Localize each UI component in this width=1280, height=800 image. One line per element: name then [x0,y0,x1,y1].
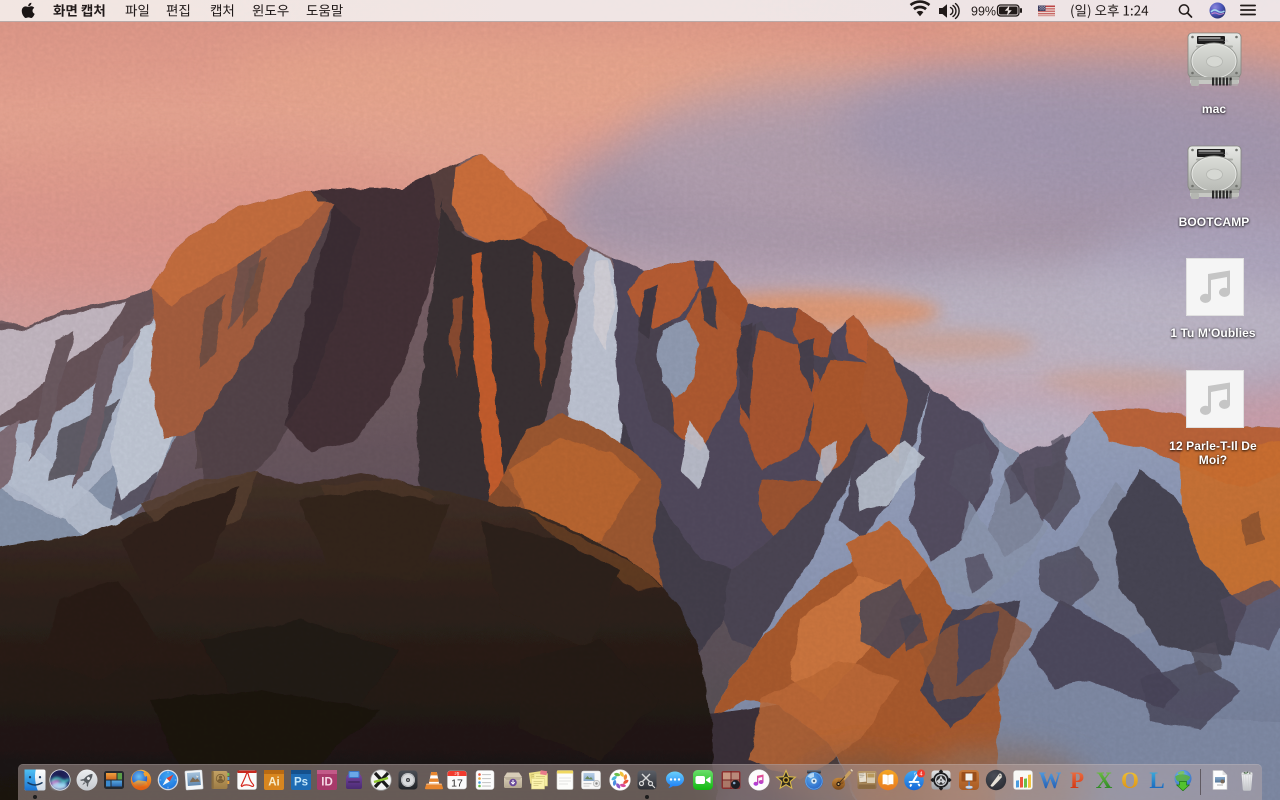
svg-text:L: L [1149,769,1164,791]
svg-text:17: 17 [451,778,463,790]
svg-text:Ai: Ai [268,777,280,789]
svg-text:2월: 2월 [454,771,459,776]
svg-text:4: 4 [919,771,922,777]
svg-text:99%: 99% [971,5,996,19]
svg-text:ID: ID [321,777,333,789]
svg-text:W: W [1039,769,1061,791]
svg-text:P: P [1069,769,1083,791]
svg-text:Ps: Ps [294,777,308,789]
svg-text:X: X [1095,769,1112,791]
svg-text:O: O [1121,769,1139,791]
